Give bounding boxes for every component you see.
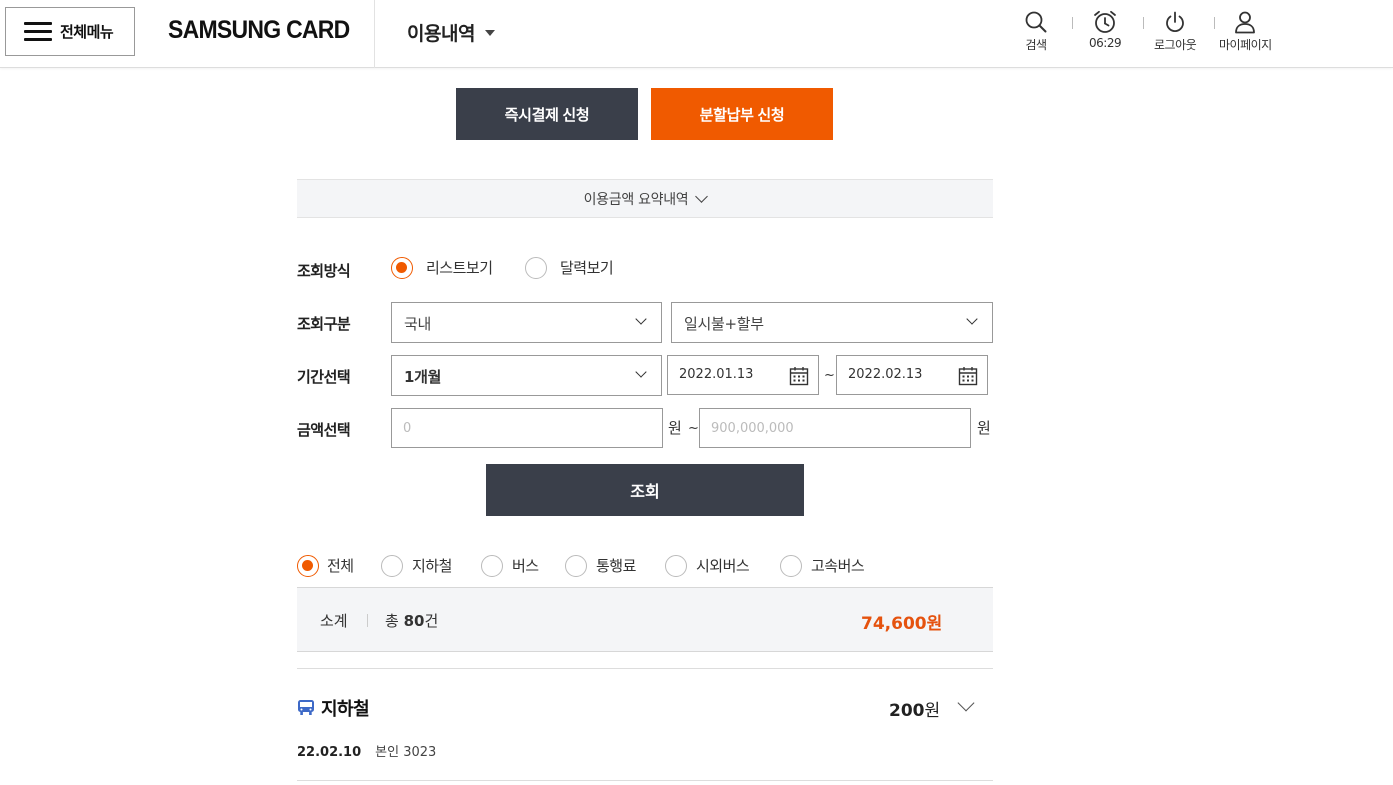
payment-type-select-value: 일시불+할부: [684, 315, 764, 333]
caret-down-icon: [484, 29, 495, 36]
subtotal-amount-value: 74,600: [861, 614, 927, 634]
logout-label: 로그아웃: [1154, 38, 1197, 52]
max-amount-unit: 원: [977, 419, 991, 437]
filter-radio-subway[interactable]: [381, 555, 403, 577]
usage-item-header[interactable]: 지하철 200원: [297, 694, 993, 722]
util-separator: [1143, 17, 1144, 29]
subtotal-label: 소계: [320, 612, 348, 630]
logout-button[interactable]: 로그아웃: [1154, 10, 1197, 53]
instant-payment-button[interactable]: 즉시결제 신청: [456, 88, 638, 140]
mypage-label: 마이페이지: [1219, 38, 1272, 52]
filter-radio-all-label[interactable]: 전체: [327, 555, 354, 576]
usage-item-amount-value: 200: [889, 701, 925, 721]
user-icon: [1235, 11, 1256, 34]
chevron-down-icon: [966, 313, 978, 325]
calendar-icon[interactable]: [789, 366, 809, 386]
count-prefix: 총: [385, 612, 399, 630]
search-button[interactable]: 검색: [1024, 10, 1048, 53]
amount-range-separator: ~: [688, 421, 699, 436]
end-date-field[interactable]: 2022.02.13: [836, 355, 988, 395]
page-title: 이용내역: [407, 23, 475, 45]
usage-item-date: 22.02.10: [297, 745, 362, 760]
date-range-separator: ~: [824, 368, 835, 383]
radio-list-view-label[interactable]: 리스트보기: [426, 257, 493, 278]
subtotal-separator: [367, 614, 368, 627]
list-divider: [297, 668, 993, 669]
min-amount-input[interactable]: [391, 408, 663, 448]
filter-radio-intercity-bus[interactable]: [665, 555, 687, 577]
full-menu-label: 전체메뉴: [60, 23, 114, 41]
usage-item-amount: 200원: [889, 696, 940, 721]
search-submit-button[interactable]: 조회: [486, 464, 804, 516]
usage-summary-toggle[interactable]: 이용금액 요약내역: [297, 179, 993, 218]
chevron-down-icon: [635, 313, 647, 325]
max-amount-input[interactable]: [699, 408, 971, 448]
search-icon: [1025, 11, 1047, 33]
payment-type-select[interactable]: 일시불+할부: [671, 302, 993, 343]
subtotal-amount: 74,600원: [861, 609, 942, 634]
mypage-button[interactable]: 마이페이지: [1219, 10, 1272, 53]
amount-label: 금액선택: [297, 421, 351, 439]
radio-calendar-view[interactable]: [525, 257, 547, 279]
start-date-value: 2022.01.13: [679, 367, 754, 382]
filter-radio-toll-label[interactable]: 통행료: [596, 555, 636, 576]
usage-item-owner: 본인 3023: [375, 745, 437, 760]
radio-calendar-view-label[interactable]: 달력보기: [560, 257, 614, 278]
installment-request-button[interactable]: 분할납부 신청: [651, 88, 833, 140]
end-date-value: 2022.02.13: [848, 367, 923, 382]
filter-radio-intercity-bus-label[interactable]: 시외버스: [696, 555, 750, 576]
calendar-icon[interactable]: [958, 366, 978, 386]
filter-radio-bus[interactable]: [481, 555, 503, 577]
start-date-field[interactable]: 2022.01.13: [667, 355, 819, 395]
session-timer-button[interactable]: 06:29: [1089, 10, 1122, 50]
usage-summary-label: 이용금액 요약내역: [583, 191, 689, 208]
samsung-card-logo[interactable]: SAMSUNG CARD: [168, 16, 350, 45]
chevron-down-icon: [635, 366, 647, 378]
session-timer-label: 06:29: [1089, 36, 1122, 50]
period-range-select[interactable]: 1개월: [391, 355, 662, 396]
radio-list-view[interactable]: [391, 257, 413, 279]
filter-radio-express-bus-label[interactable]: 고속버스: [811, 555, 865, 576]
count-suffix: 건: [424, 612, 439, 630]
page-title-dropdown[interactable]: 이용내역: [407, 19, 495, 46]
chevron-down-icon: [695, 189, 709, 203]
alarm-clock-icon: [1094, 10, 1116, 33]
bus-icon: [298, 700, 314, 715]
filter-radio-express-bus[interactable]: [780, 555, 802, 577]
min-amount-unit: 원: [668, 419, 682, 437]
power-icon: [1166, 11, 1184, 33]
region-select[interactable]: 국내: [391, 302, 662, 343]
view-method-label: 조회방식: [297, 262, 351, 280]
filter-radio-all[interactable]: [297, 555, 319, 577]
subtotal-amount-unit: 원: [926, 614, 943, 634]
util-separator: [1214, 17, 1215, 29]
subtotal-count: 총 80건: [385, 610, 438, 631]
usage-item-title: 지하철: [321, 699, 370, 720]
usage-item-amount-unit: 원: [924, 701, 941, 721]
region-select-value: 국내: [404, 315, 432, 333]
header-divider: [374, 0, 375, 68]
filter-radio-toll[interactable]: [565, 555, 587, 577]
period-label: 기간선택: [297, 368, 351, 386]
usage-item-detail: 22.02.10 본인 3023: [297, 741, 436, 760]
subtotal-bar: 소계 총 80건 74,600원: [297, 587, 993, 652]
full-menu-button[interactable]: 전체메뉴: [5, 7, 135, 56]
util-separator: [1072, 17, 1073, 29]
list-divider: [297, 780, 993, 781]
filter-radio-bus-label[interactable]: 버스: [512, 555, 539, 576]
hamburger-icon: [24, 21, 52, 42]
category-label: 조회구분: [297, 315, 351, 333]
chevron-down-icon[interactable]: [957, 694, 975, 712]
count-value: 80: [403, 612, 425, 630]
search-label: 검색: [1025, 38, 1047, 52]
filter-radio-subway-label[interactable]: 지하철: [412, 555, 452, 576]
top-header: 전체메뉴 SAMSUNG CARD 이용내역 검색 06:29 로그아웃 마이페…: [0, 0, 1393, 68]
period-range-value: 1개월: [404, 368, 442, 386]
